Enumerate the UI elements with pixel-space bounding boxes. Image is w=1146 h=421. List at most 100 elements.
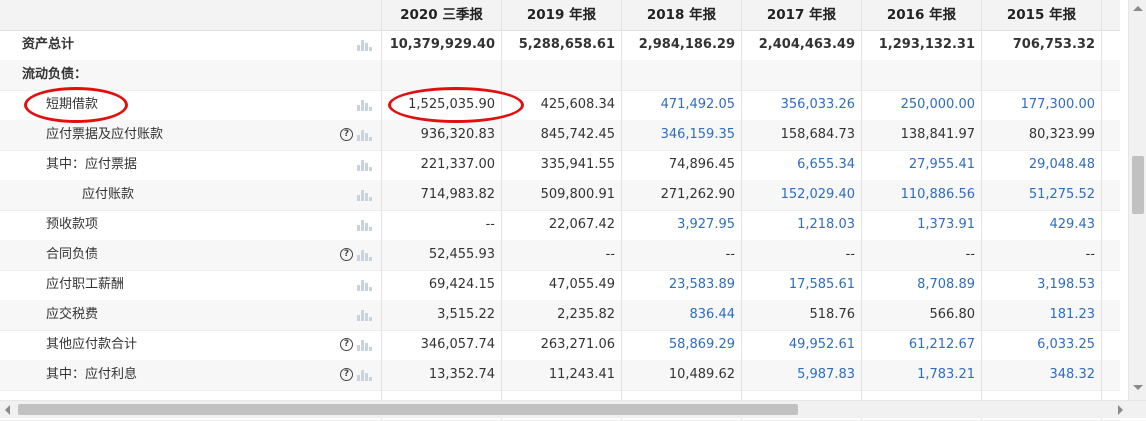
- value-cell: 138,841.97: [862, 120, 982, 150]
- row-label: 流动负债：: [22, 67, 88, 82]
- help-icon[interactable]: [340, 338, 353, 351]
- value-cell: [862, 60, 982, 90]
- bar-chart-icon[interactable]: [357, 130, 372, 141]
- bar-chart-icon-bar: [361, 190, 364, 201]
- value-link[interactable]: 5,987.83: [742, 360, 862, 390]
- value-link[interactable]: 17,585.61: [742, 270, 862, 300]
- bar-chart-icon-bar: [369, 257, 372, 261]
- value-link[interactable]: 6,655.34: [742, 150, 862, 180]
- value-cell: --: [862, 240, 982, 270]
- table-row: 应付账款 714,983.82 509,800.91 271,262.90 152,02…: [0, 180, 1120, 211]
- column-header[interactable]: 2020 三季报: [382, 0, 502, 30]
- vertical-scroll-thumb[interactable]: [1132, 156, 1144, 214]
- value-link[interactable]: 49,952.61: [742, 330, 862, 360]
- value-link[interactable]: 110,886.56: [862, 180, 982, 210]
- value-cell: 936,320.83: [382, 120, 502, 150]
- value-link[interactable]: 61,212.67: [862, 330, 982, 360]
- row-label-cell: 其中：应付票据: [0, 150, 382, 180]
- row-label: 资产总计: [22, 37, 75, 52]
- value-link[interactable]: 27,955.41: [862, 150, 982, 180]
- row-label: 应付账款: [82, 187, 135, 202]
- value-link[interactable]: 3,927.95: [622, 210, 742, 240]
- value-link[interactable]: 471,492.05: [622, 90, 742, 120]
- bar-chart-icon[interactable]: [357, 190, 372, 201]
- row-label-cell: 流动负债：: [0, 60, 382, 90]
- value-cell: 10,489.62: [622, 360, 742, 390]
- value-link[interactable]: 1,373.91: [862, 210, 982, 240]
- value-link[interactable]: 152,029.40: [742, 180, 862, 210]
- value-link[interactable]: 6,033.25: [982, 330, 1102, 360]
- value-link[interactable]: 8,708.89: [862, 270, 982, 300]
- scroll-right-icon[interactable]: [1118, 405, 1123, 415]
- table-row: 其中：应付利息 13,352.7411,243.4110,489.625,987.…: [0, 360, 1120, 391]
- column-header[interactable]: 2016 年报: [862, 0, 982, 30]
- scroll-down-icon[interactable]: [1133, 385, 1143, 390]
- horizontal-scrollbar[interactable]: [0, 400, 1146, 418]
- bar-chart-icon-bar: [361, 340, 364, 351]
- value-cell: --: [622, 240, 742, 270]
- bar-chart-icon-bar: [365, 103, 368, 111]
- bar-chart-icon[interactable]: [357, 340, 372, 351]
- bar-chart-icon-bar: [361, 130, 364, 141]
- row-label-cell: 短期借款: [0, 90, 382, 120]
- bar-chart-icon-bar: [361, 370, 364, 381]
- value-link[interactable]: 177,300.00: [982, 90, 1102, 120]
- row-label: 应付职工薪酬: [46, 277, 125, 292]
- horizontal-scroll-thumb[interactable]: [18, 404, 798, 415]
- value-link[interactable]: 250,000.00: [862, 90, 982, 120]
- row-label-cell: 预收款项: [0, 210, 382, 240]
- scroll-left-icon[interactable]: [5, 405, 10, 415]
- help-icon[interactable]: [340, 368, 353, 381]
- table-row: 短期借款 1,525,035.90 425,608.34 471,492.05 356,…: [0, 90, 1120, 121]
- bar-chart-icon[interactable]: [357, 370, 372, 381]
- help-icon[interactable]: [340, 128, 353, 141]
- bar-chart-icon[interactable]: [357, 160, 372, 171]
- value-cell: 221,337.00: [382, 150, 502, 180]
- bar-chart-icon-bar: [365, 223, 368, 231]
- bar-chart-icon-bar: [357, 255, 360, 261]
- header-label-column: [0, 0, 382, 30]
- help-icon[interactable]: [340, 248, 353, 261]
- value-cell: 5,288,658.61: [502, 30, 622, 60]
- bar-chart-icon[interactable]: [357, 100, 372, 111]
- row-label-cell: 应付职工薪酬: [0, 270, 382, 300]
- value-link[interactable]: 58,869.29: [622, 330, 742, 360]
- bar-chart-icon[interactable]: [357, 220, 372, 231]
- value-link[interactable]: 429.43: [982, 210, 1102, 240]
- bar-chart-icon-bar: [369, 167, 372, 171]
- bar-chart-icon-bar: [369, 137, 372, 141]
- column-header[interactable]: 2015 年报: [982, 0, 1102, 30]
- row-label: 其中：应付票据: [46, 157, 138, 172]
- bar-chart-icon-bar: [365, 343, 368, 351]
- bar-chart-icon-bar: [357, 45, 360, 51]
- value-link[interactable]: 51,275.52: [982, 180, 1102, 210]
- bar-chart-icon[interactable]: [357, 250, 372, 261]
- value-cell: 13,352.74: [382, 360, 502, 390]
- bar-chart-icon[interactable]: [357, 310, 372, 321]
- bar-chart-icon[interactable]: [357, 40, 372, 51]
- vertical-scrollbar[interactable]: [1128, 0, 1146, 400]
- row-label-cell: 应付票据及应付账款: [0, 120, 382, 150]
- scroll-up-icon[interactable]: [1133, 6, 1143, 11]
- value-link[interactable]: 23,583.89: [622, 270, 742, 300]
- value-link[interactable]: 836.44: [622, 300, 742, 330]
- value-link[interactable]: 348.32: [982, 360, 1102, 390]
- bar-chart-icon[interactable]: [357, 280, 372, 291]
- value-link[interactable]: 29,048.48: [982, 150, 1102, 180]
- value-link[interactable]: 1,218.03: [742, 210, 862, 240]
- column-header[interactable]: 2017 年报: [742, 0, 862, 30]
- value-link[interactable]: 1,783.21: [862, 360, 982, 390]
- bar-chart-icon-bar: [365, 133, 368, 141]
- table-row: 其他应付款合计 346,057.74263,271.0658,869.2949,9…: [0, 330, 1120, 361]
- value-cell: 11,243.41: [502, 360, 622, 390]
- value-link[interactable]: 356,033.26: [742, 90, 862, 120]
- row-label-cell: 合同负债: [0, 240, 382, 270]
- value-link[interactable]: 346,159.35: [622, 120, 742, 150]
- value-link[interactable]: 181.23: [982, 300, 1102, 330]
- column-header[interactable]: 2019 年报: [502, 0, 622, 30]
- value-cell: --: [382, 210, 502, 240]
- row-label: 其他应付款合计: [46, 337, 138, 352]
- value-cell: 158,684.73: [742, 120, 862, 150]
- value-link[interactable]: 3,198.53: [982, 270, 1102, 300]
- column-header[interactable]: 2018 年报: [622, 0, 742, 30]
